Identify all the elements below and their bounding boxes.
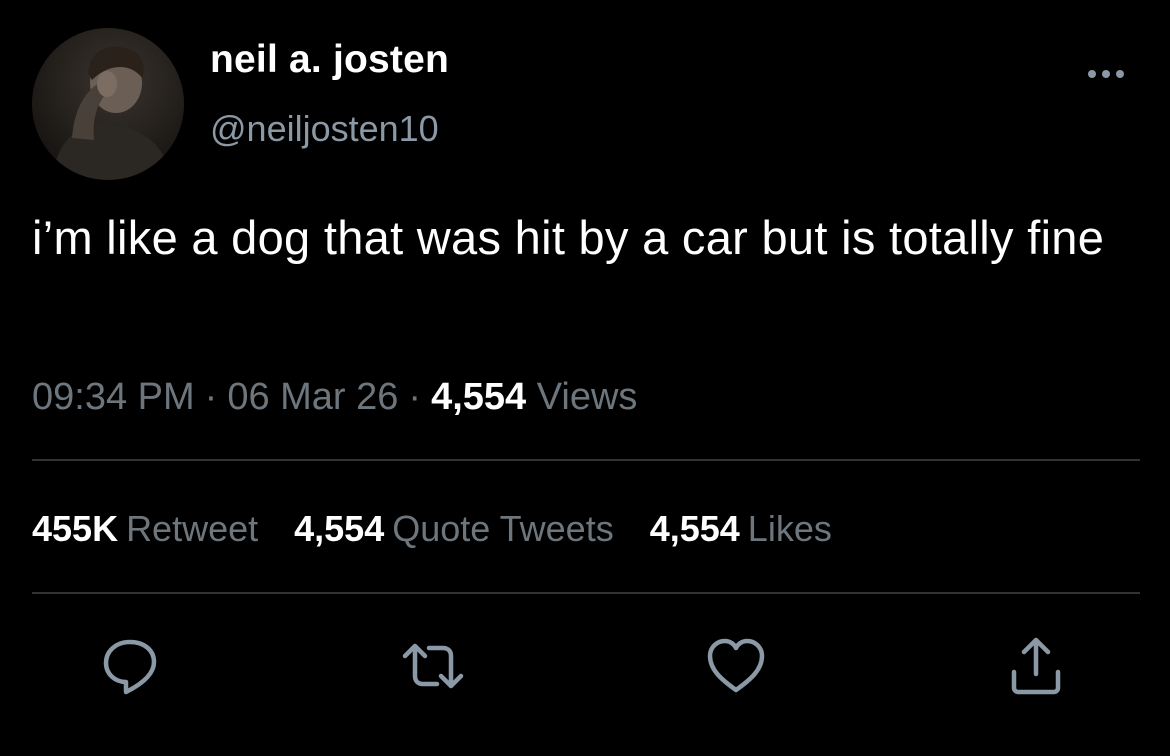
likes-stat[interactable]: 4,554 Likes (650, 508, 832, 549)
views-label: Views (536, 376, 638, 418)
tweet-date[interactable]: 06 Mar 26 (227, 376, 398, 418)
likes-label: Likes (747, 508, 832, 549)
views-count: 4,554 (431, 376, 527, 418)
retweet-button[interactable] (401, 634, 465, 698)
retweets-label: Retweet (126, 508, 259, 549)
heart-icon (707, 638, 765, 693)
avatar-photo (32, 28, 184, 180)
avatar[interactable] (32, 28, 184, 180)
quotes-stat[interactable]: 4,554 Quote Tweets (294, 508, 614, 549)
tweet-text: i’m like a dog that was hit by a car but… (32, 211, 1105, 264)
more-horizontal-icon[interactable] (1082, 62, 1130, 86)
tweet-time[interactable]: 09:34 PM (32, 376, 195, 418)
reply-icon (103, 639, 157, 695)
quotes-label: Quote Tweets (392, 508, 614, 549)
share-icon (1011, 637, 1061, 695)
separator-dot: · (204, 376, 218, 418)
tweet-detail: neil a. josten @neiljosten10 i’m like a … (0, 0, 1170, 756)
tweet-metadata: 09:34 PM · 06 Mar 26 · 4,554 Views (32, 376, 637, 419)
retweet-icon (402, 643, 464, 689)
author-handle[interactable]: @neiljosten10 (210, 108, 439, 150)
quotes-count: 4,554 (294, 508, 385, 549)
share-button[interactable] (1004, 634, 1068, 698)
like-button[interactable] (704, 634, 768, 698)
retweets-stat[interactable]: 455K Retweet (32, 508, 258, 549)
action-bar (0, 634, 1170, 698)
likes-count: 4,554 (649, 508, 740, 549)
retweets-count: 455K (32, 508, 119, 549)
reply-button[interactable] (98, 634, 162, 698)
tweet-stats: 455K Retweet 4,554 Quote Tweets 4,554 Likes (32, 508, 868, 550)
author-display-name[interactable]: neil a. josten (210, 38, 449, 82)
separator-dot: · (408, 376, 422, 418)
divider (32, 592, 1140, 594)
divider (32, 459, 1140, 461)
